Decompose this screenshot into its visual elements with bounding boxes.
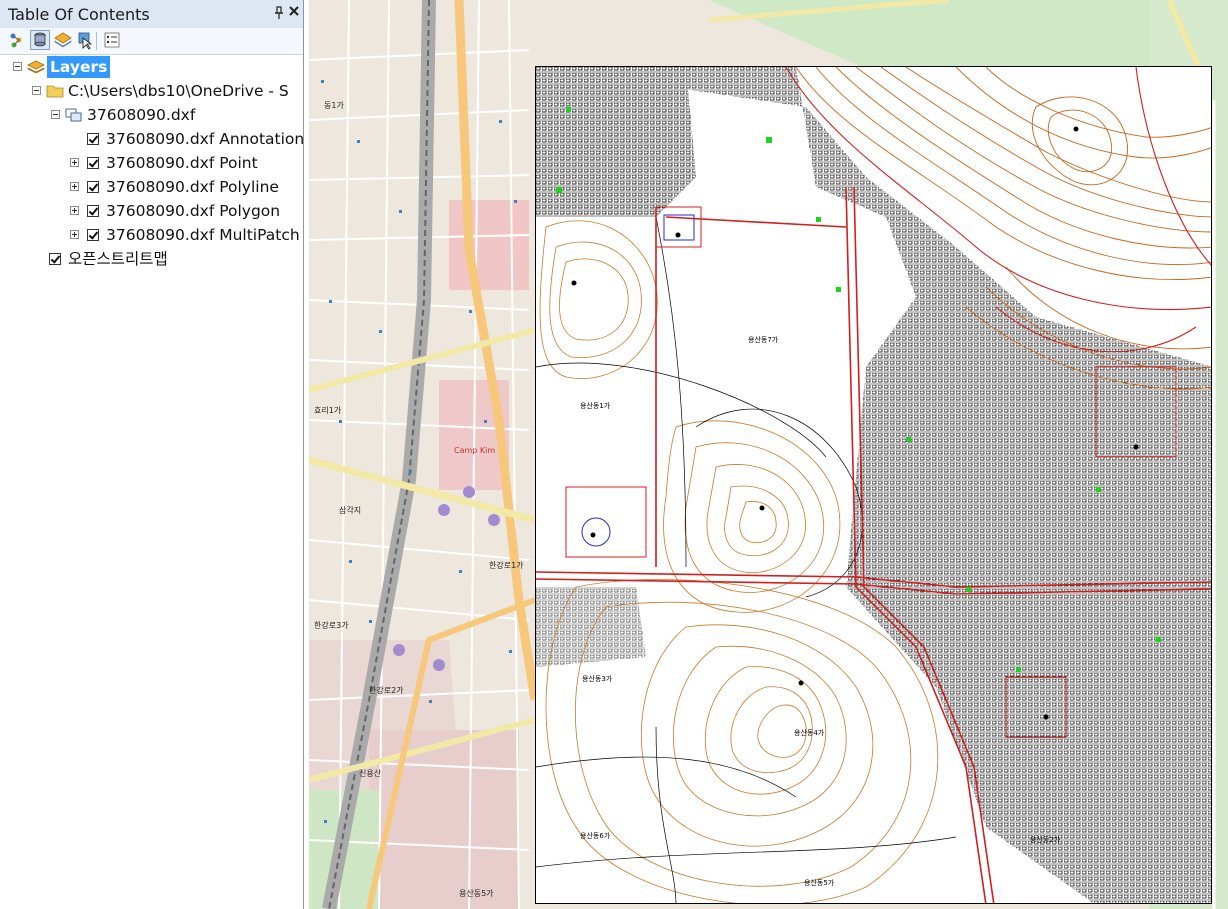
street-label: 한강로3가	[314, 621, 349, 630]
toc-toolbar	[0, 28, 303, 55]
layer-label[interactable]: 37608090.dxf Polyline	[106, 176, 279, 198]
expand-icon[interactable]	[70, 158, 79, 167]
layer-label[interactable]: 37608090.dxf Polygon	[106, 200, 280, 222]
dxf-annotation-label: 용산동3가	[582, 675, 613, 683]
layer-label[interactable]: 37608090.dxf Point	[106, 152, 258, 174]
collapse-icon[interactable]	[13, 62, 22, 71]
dxf-annotation-label: 용산동7가	[748, 336, 779, 344]
folder-icon	[46, 83, 64, 102]
options-icon[interactable]	[102, 30, 122, 50]
tree-row-polygon[interactable]: 37608090.dxf Polygon	[0, 200, 303, 222]
folder-label[interactable]: C:\Users\dbs10\OneDrive - S	[68, 80, 289, 102]
street-label: 신용산	[359, 769, 382, 778]
collapse-icon[interactable]	[32, 86, 41, 95]
layer-label[interactable]: 37608090.dxf MultiPatch	[106, 224, 300, 246]
tree-row-point[interactable]: 37608090.dxf Point	[0, 152, 303, 174]
layer-visibility-checkbox[interactable]	[87, 229, 99, 241]
tree-row-basemap[interactable]: 오픈스트리트맵	[0, 248, 303, 270]
expand-icon[interactable]	[70, 230, 79, 239]
layer-visibility-checkbox[interactable]	[87, 157, 99, 169]
expand-icon[interactable]	[70, 182, 79, 191]
dxf-annotation-label: 용산동1가	[580, 402, 611, 410]
close-icon[interactable]	[288, 5, 300, 19]
map-view[interactable]: Camp Kim 동1가 효리1가 한강로1가 한강로2가 한강로3가 삼각지 …	[309, 0, 1228, 909]
street-label: 동1가	[324, 101, 344, 110]
list-by-drawing-order-icon[interactable]	[8, 30, 28, 50]
street-label: 용산동5가	[459, 889, 494, 898]
tree-row-layers[interactable]: Layers	[0, 56, 303, 78]
tree-row-dxf-group[interactable]: 37608090.dxf	[0, 104, 303, 126]
layers-icon	[27, 58, 45, 82]
tree-row-polyline[interactable]: 37608090.dxf Polyline	[0, 176, 303, 198]
expand-icon[interactable]	[70, 206, 79, 215]
list-by-source-icon[interactable]	[30, 30, 50, 50]
layer-label[interactable]: 37608090.dxf Annotation	[106, 128, 304, 150]
street-label: 한강로2가	[369, 686, 404, 695]
street-label: 한강로1가	[489, 561, 524, 570]
dxf-annotation-label: 용산동2가	[1030, 836, 1061, 844]
tree-row-folder[interactable]: C:\Users\dbs10\OneDrive - S	[0, 80, 303, 102]
toolbar-separator	[96, 32, 97, 50]
dxf-contour-drawing	[536, 67, 1211, 903]
street-label: 삼각지	[339, 506, 362, 515]
map-area-label: Camp Kim	[454, 446, 496, 455]
street-label: 효리1가	[314, 406, 342, 415]
layer-visibility-checkbox[interactable]	[87, 205, 99, 217]
dxf-drawing-overlay[interactable]: 용산동7가 용산동1가 용산동3가 용산동4가 용산동5가 용산동6가 용산동2…	[535, 66, 1212, 904]
toc-title: Table Of Contents	[8, 5, 150, 24]
layer-visibility-checkbox[interactable]	[49, 253, 61, 265]
toc-titlebar: Table Of Contents	[0, 0, 303, 29]
tree-row-annotation[interactable]: 37608090.dxf Annotation	[0, 128, 304, 150]
list-by-visibility-icon[interactable]	[53, 30, 73, 50]
tree-row-multipatch[interactable]: 37608090.dxf MultiPatch	[0, 224, 303, 246]
pin-icon[interactable]	[274, 6, 284, 20]
table-of-contents-panel: Table Of Contents Layers C:\Users\dbs10\…	[0, 0, 304, 909]
dxf-group-label[interactable]: 37608090.dxf	[87, 104, 195, 126]
layers-label[interactable]: Layers	[47, 56, 111, 78]
dxf-annotation-label: 용산동4가	[794, 729, 825, 737]
dxf-annotation-label: 용산동5가	[804, 879, 835, 887]
basemap-label[interactable]: 오픈스트리트맵	[68, 248, 168, 270]
list-by-selection-icon[interactable]	[75, 30, 95, 50]
collapse-icon[interactable]	[51, 110, 60, 119]
dxf-annotation-label: 용산동6가	[580, 832, 611, 840]
cad-dataset-icon	[65, 107, 83, 129]
layer-visibility-checkbox[interactable]	[87, 133, 99, 145]
layer-visibility-checkbox[interactable]	[87, 181, 99, 193]
